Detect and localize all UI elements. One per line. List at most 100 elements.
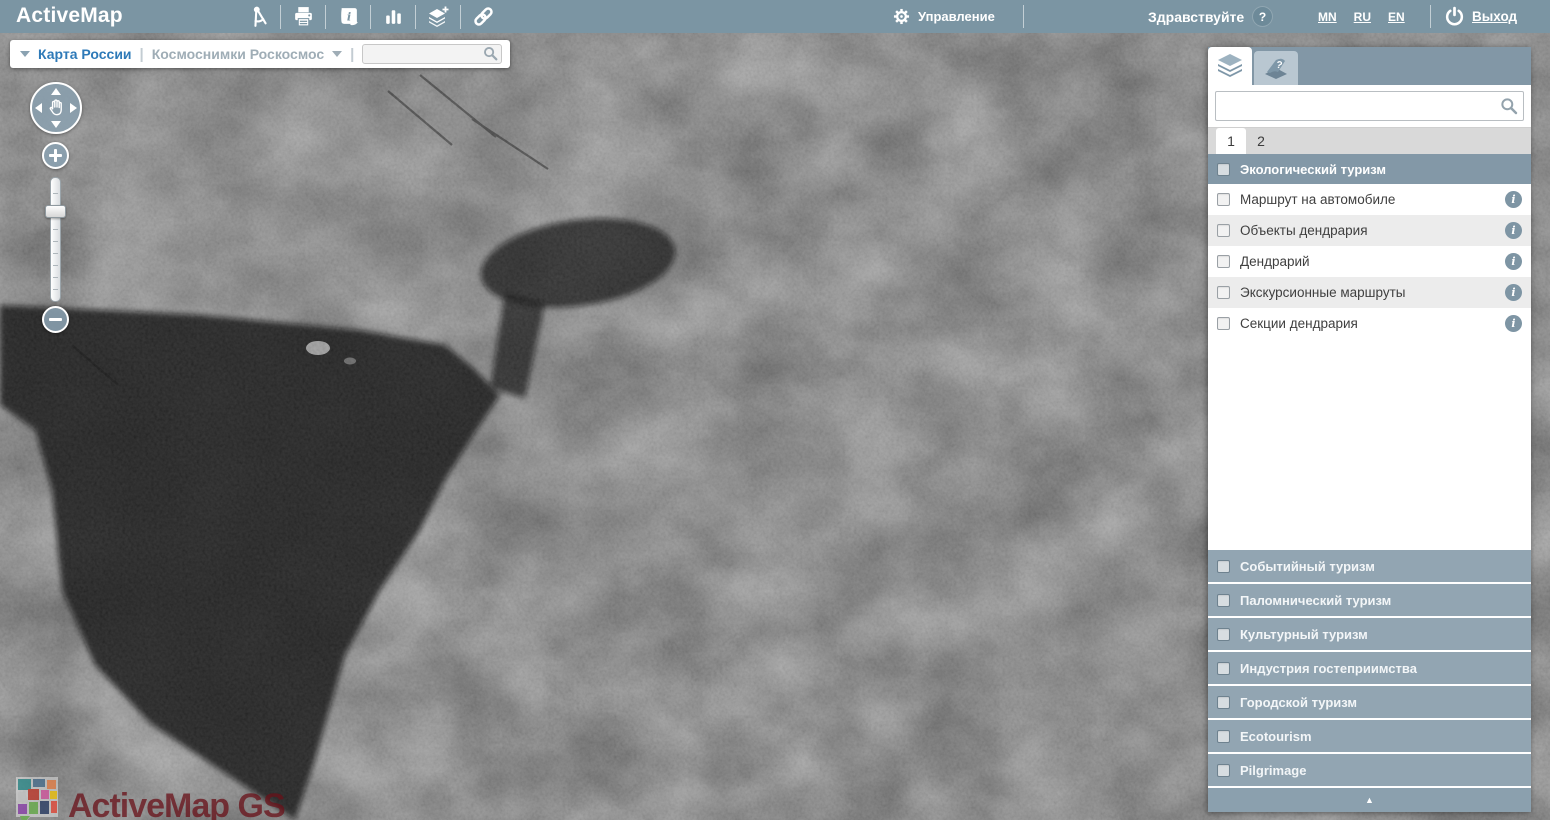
pan-down-icon[interactable] (51, 121, 61, 128)
pan-right-icon[interactable] (70, 103, 77, 113)
panel-tabs: ? (1208, 47, 1531, 85)
management-label: Управление (918, 9, 995, 24)
chevron-down-icon[interactable] (332, 51, 342, 57)
link-icon[interactable] (461, 0, 505, 33)
print-icon[interactable] (281, 0, 325, 33)
layer-label: Объекты дендрария (1240, 223, 1495, 238)
layer-page-tabs: 1 2 (1208, 127, 1531, 154)
layer-group-hospitality[interactable]: Индустрия гостеприимства (1208, 652, 1531, 684)
management-button[interactable]: Управление (893, 0, 995, 33)
group-checkbox[interactable] (1217, 163, 1230, 176)
collapse-arrow-icon: ▲ (1365, 795, 1374, 805)
group-label: Ecotourism (1240, 729, 1312, 744)
tab-legend[interactable]: ? (1254, 51, 1298, 85)
layer-group-urban[interactable]: Городской туризм (1208, 686, 1531, 718)
group-label: Городской туризм (1240, 695, 1357, 710)
search-icon (483, 46, 498, 61)
map-search-input[interactable] (362, 44, 502, 64)
zoom-slider-handle[interactable] (45, 205, 66, 218)
group-label: Индустрия гостеприимства (1240, 661, 1417, 676)
search-icon (1500, 97, 1518, 115)
svg-text:i: i (346, 10, 350, 24)
basemap-toolbar: Карта России | Космоснимки Роскосмос | (10, 40, 510, 68)
layer-group-ecotourism[interactable]: Ecotourism (1208, 720, 1531, 752)
layer-item[interactable]: Маршрут на автомобиле i (1208, 184, 1531, 215)
group-checkbox[interactable] (1217, 764, 1230, 777)
layer-checkbox[interactable] (1217, 286, 1230, 299)
topbar: ActiveMap i (0, 0, 1550, 33)
group-label: Pilgrimage (1240, 763, 1306, 778)
layer-group-cultural[interactable]: Культурный туризм (1208, 618, 1531, 650)
legend-book-icon: ? (1262, 56, 1290, 80)
measure-icon[interactable] (236, 0, 280, 33)
info-icon[interactable]: i (1505, 284, 1522, 301)
zoom-slider-ticks (53, 182, 58, 297)
info-icon[interactable]: i (1505, 253, 1522, 270)
zoom-in-button[interactable] (42, 142, 69, 169)
lang-ru-link[interactable]: RU (1354, 10, 1371, 24)
layer-group-ecological[interactable]: Экологический туризм (1208, 154, 1531, 184)
logout-label: Выход (1472, 9, 1517, 24)
group-label: Культурный туризм (1240, 627, 1368, 642)
help-book-icon[interactable]: i (326, 0, 370, 33)
gear-icon (893, 8, 910, 25)
layer-checkbox[interactable] (1217, 224, 1230, 237)
topbar-separator (1023, 5, 1024, 28)
layer-checkbox[interactable] (1217, 317, 1230, 330)
group-checkbox[interactable] (1217, 696, 1230, 709)
layer-label: Дендрарий (1240, 254, 1495, 269)
add-layer-icon[interactable] (416, 0, 460, 33)
group-label: Паломнический туризм (1240, 593, 1391, 608)
help-icon[interactable]: ? (1252, 6, 1273, 27)
layer-label: Экскурсионные маршруты (1240, 285, 1495, 300)
zoom-slider[interactable] (50, 177, 61, 302)
group-label: Событийный туризм (1240, 559, 1375, 574)
stats-icon[interactable] (371, 0, 415, 33)
chevron-down-icon[interactable] (20, 51, 30, 57)
layer-checkbox[interactable] (1217, 255, 1230, 268)
activemap-app: ActiveMap GS ActiveMap i (0, 0, 1550, 820)
layer-item[interactable]: Дендрарий i (1208, 246, 1531, 277)
page-tab-2[interactable]: 2 (1246, 128, 1276, 154)
zoom-out-button[interactable] (42, 306, 69, 333)
tab-layers[interactable] (1208, 47, 1252, 85)
lang-mn-link[interactable]: MN (1318, 10, 1337, 24)
divider: | (140, 46, 144, 63)
layer-group-pilgrimage-en[interactable]: Pilgrimage (1208, 754, 1531, 786)
map-tools: i (236, 0, 505, 33)
pan-control[interactable] (30, 82, 82, 134)
panel-collapse-button[interactable]: ▲ (1208, 788, 1531, 812)
pan-left-icon[interactable] (35, 103, 42, 113)
layer-group-event[interactable]: Событийный туризм (1208, 550, 1531, 582)
lang-en-link[interactable]: EN (1388, 10, 1405, 24)
layers-icon (1216, 53, 1244, 79)
svg-text:?: ? (1275, 59, 1283, 71)
layer-search-input[interactable] (1215, 91, 1524, 121)
topbar-separator (1430, 5, 1431, 28)
hand-icon (45, 97, 67, 119)
layer-label: Маршрут на автомобиле (1240, 192, 1495, 207)
info-icon[interactable]: i (1505, 222, 1522, 239)
basemap-selector[interactable]: Карта России (38, 46, 132, 62)
group-checkbox[interactable] (1217, 628, 1230, 641)
layer-list-empty-space (1208, 339, 1531, 550)
info-icon[interactable]: i (1505, 315, 1522, 332)
imagery-selector[interactable]: Космоснимки Роскосмос (152, 46, 324, 62)
layer-group-pilgrimage-ru[interactable]: Паломнический туризм (1208, 584, 1531, 616)
layer-search (1208, 85, 1531, 127)
page-tab-1[interactable]: 1 (1216, 128, 1246, 154)
layer-item[interactable]: Экскурсионные маршруты i (1208, 277, 1531, 308)
group-checkbox[interactable] (1217, 560, 1230, 573)
greeting-text: Здравствуйте (1148, 0, 1244, 33)
group-checkbox[interactable] (1217, 594, 1230, 607)
info-icon[interactable]: i (1505, 191, 1522, 208)
language-switcher: MN RU EN (1318, 0, 1405, 33)
pan-up-icon[interactable] (51, 88, 61, 95)
app-logo: ActiveMap (16, 4, 123, 28)
layer-item[interactable]: Объекты дендрария i (1208, 215, 1531, 246)
group-checkbox[interactable] (1217, 662, 1230, 675)
group-checkbox[interactable] (1217, 730, 1230, 743)
layer-checkbox[interactable] (1217, 193, 1230, 206)
logout-button[interactable]: Выход (1444, 0, 1517, 33)
layer-item[interactable]: Секции дендрария i (1208, 308, 1531, 339)
